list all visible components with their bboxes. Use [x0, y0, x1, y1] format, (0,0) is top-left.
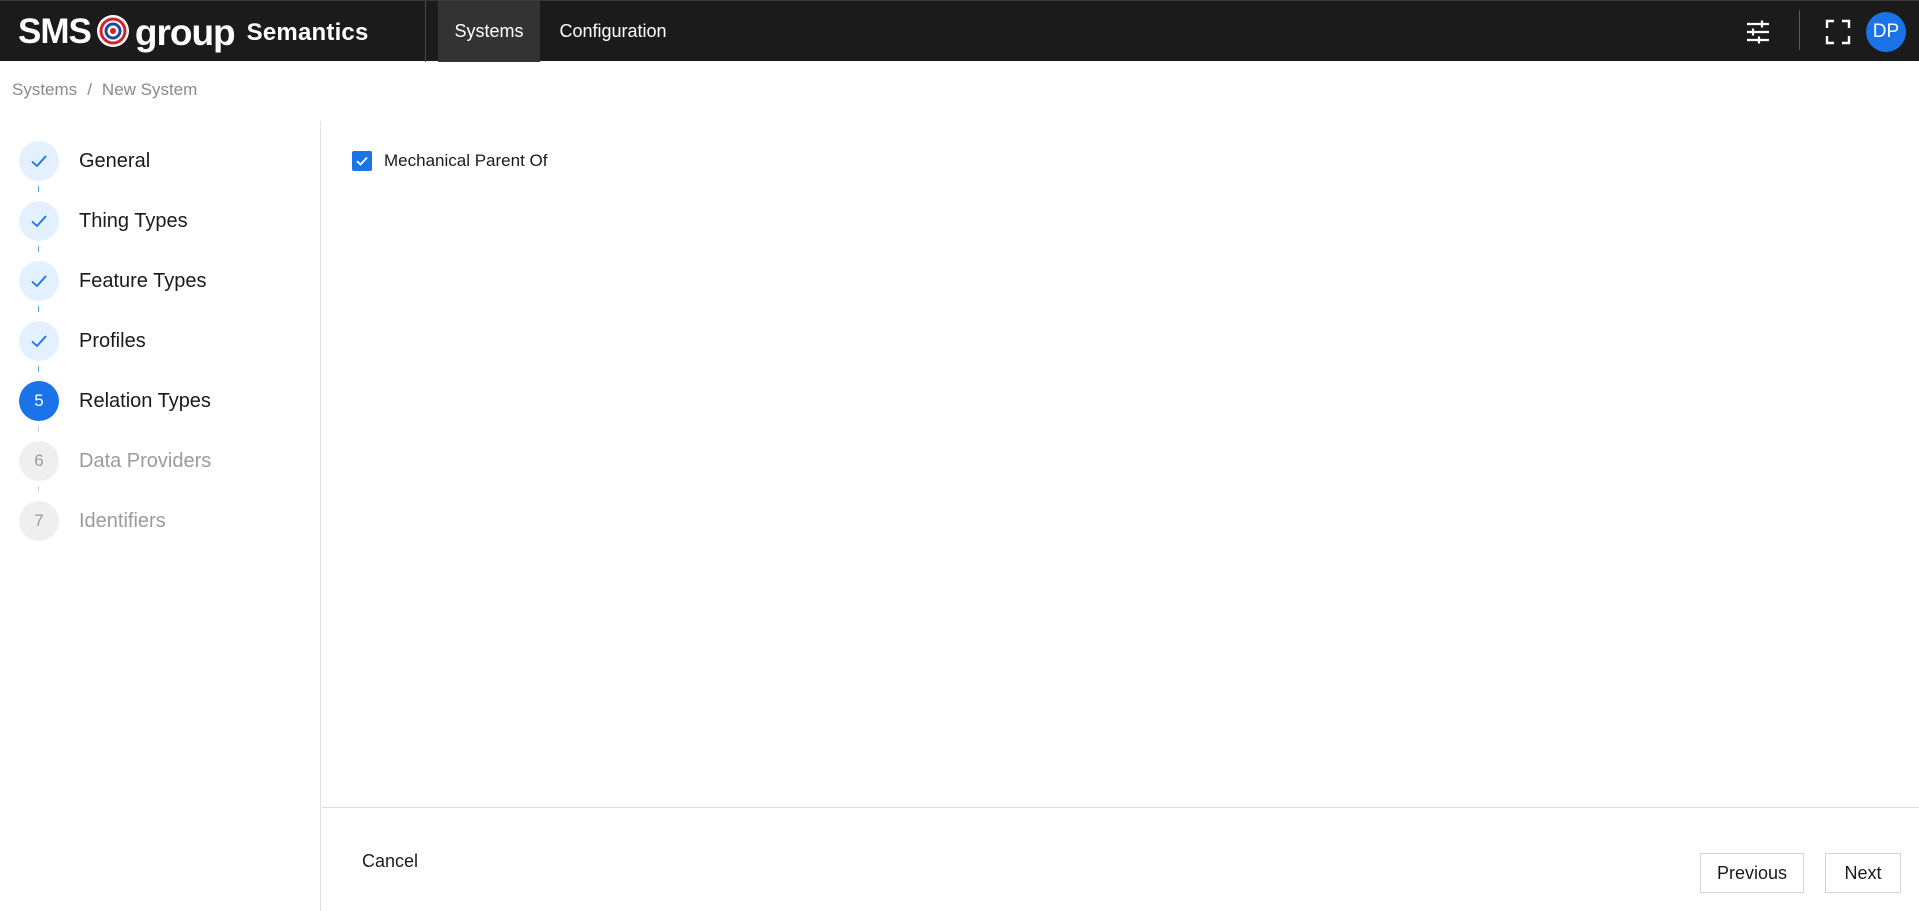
footer-divider [322, 807, 1919, 808]
step-label: Identifiers [79, 509, 166, 532]
step-label: Thing Types [79, 209, 188, 232]
step-thing-types[interactable]: Thing Types [19, 201, 188, 241]
step-feature-types[interactable]: Feature Types [19, 261, 206, 301]
toolbar-divider [1799, 10, 1800, 50]
step-complete-check-icon [19, 321, 59, 361]
step-connector [38, 306, 39, 312]
step-connector [38, 426, 39, 432]
step-complete-check-icon [19, 261, 59, 301]
step-relation-types[interactable]: 5 Relation Types [19, 381, 211, 421]
step-connector [38, 246, 39, 252]
step-complete-check-icon [19, 141, 59, 181]
brand-logo-group: group [134, 11, 236, 53]
step-number: 7 [19, 501, 59, 541]
step-connector [38, 486, 39, 492]
brand-target-icon [96, 15, 129, 47]
breadcrumb-systems[interactable]: Systems [12, 80, 77, 100]
step-profiles[interactable]: Profiles [19, 321, 146, 361]
step-label: Data Providers [79, 449, 212, 472]
step-connector [38, 366, 39, 372]
step-connector [38, 186, 39, 192]
step-complete-check-icon [19, 201, 59, 241]
step-label: Profiles [79, 329, 146, 352]
previous-button[interactable]: Previous [1700, 853, 1804, 893]
product-name: Semantics [246, 19, 369, 46]
step-identifiers[interactable]: 7 Identifiers [19, 501, 166, 541]
top-navigation-bar: SMS group Semantics Systems Configuratio… [0, 0, 1919, 62]
step-data-providers[interactable]: 6 Data Providers [19, 441, 211, 481]
relation-types-panel: Mechanical Parent Of [322, 121, 1919, 807]
breadcrumb-separator: / [87, 80, 92, 99]
user-avatar[interactable]: DP [1866, 12, 1906, 52]
next-button[interactable]: Next [1825, 853, 1901, 893]
checkbox-checked-icon[interactable] [352, 151, 372, 171]
nav-tab-systems[interactable]: Systems [438, 1, 540, 62]
brand-logo[interactable]: SMS group Semantics [18, 9, 369, 53]
cancel-button[interactable]: Cancel [350, 844, 430, 878]
step-label: Relation Types [79, 389, 211, 412]
breadcrumb-new-system: New System [101, 80, 198, 99]
step-general[interactable]: General [19, 141, 150, 181]
fullscreen-icon[interactable] [1825, 19, 1851, 45]
relation-type-option[interactable]: Mechanical Parent Of [352, 151, 547, 171]
step-number: 5 [19, 381, 59, 421]
breadcrumb: Systems / New System [12, 80, 197, 100]
step-label: General [79, 149, 151, 172]
brand-logo-sms: SMS [18, 11, 92, 51]
step-number: 6 [19, 441, 59, 481]
sliders-icon[interactable] [1745, 19, 1771, 45]
nav-divider [425, 1, 426, 62]
wizard-stepper: General Thing Types Feature Types Profil… [0, 121, 321, 911]
step-label: Feature Types [79, 269, 207, 292]
relation-type-label: Mechanical Parent Of [384, 151, 548, 170]
nav-tab-configuration[interactable]: Configuration [553, 1, 673, 62]
